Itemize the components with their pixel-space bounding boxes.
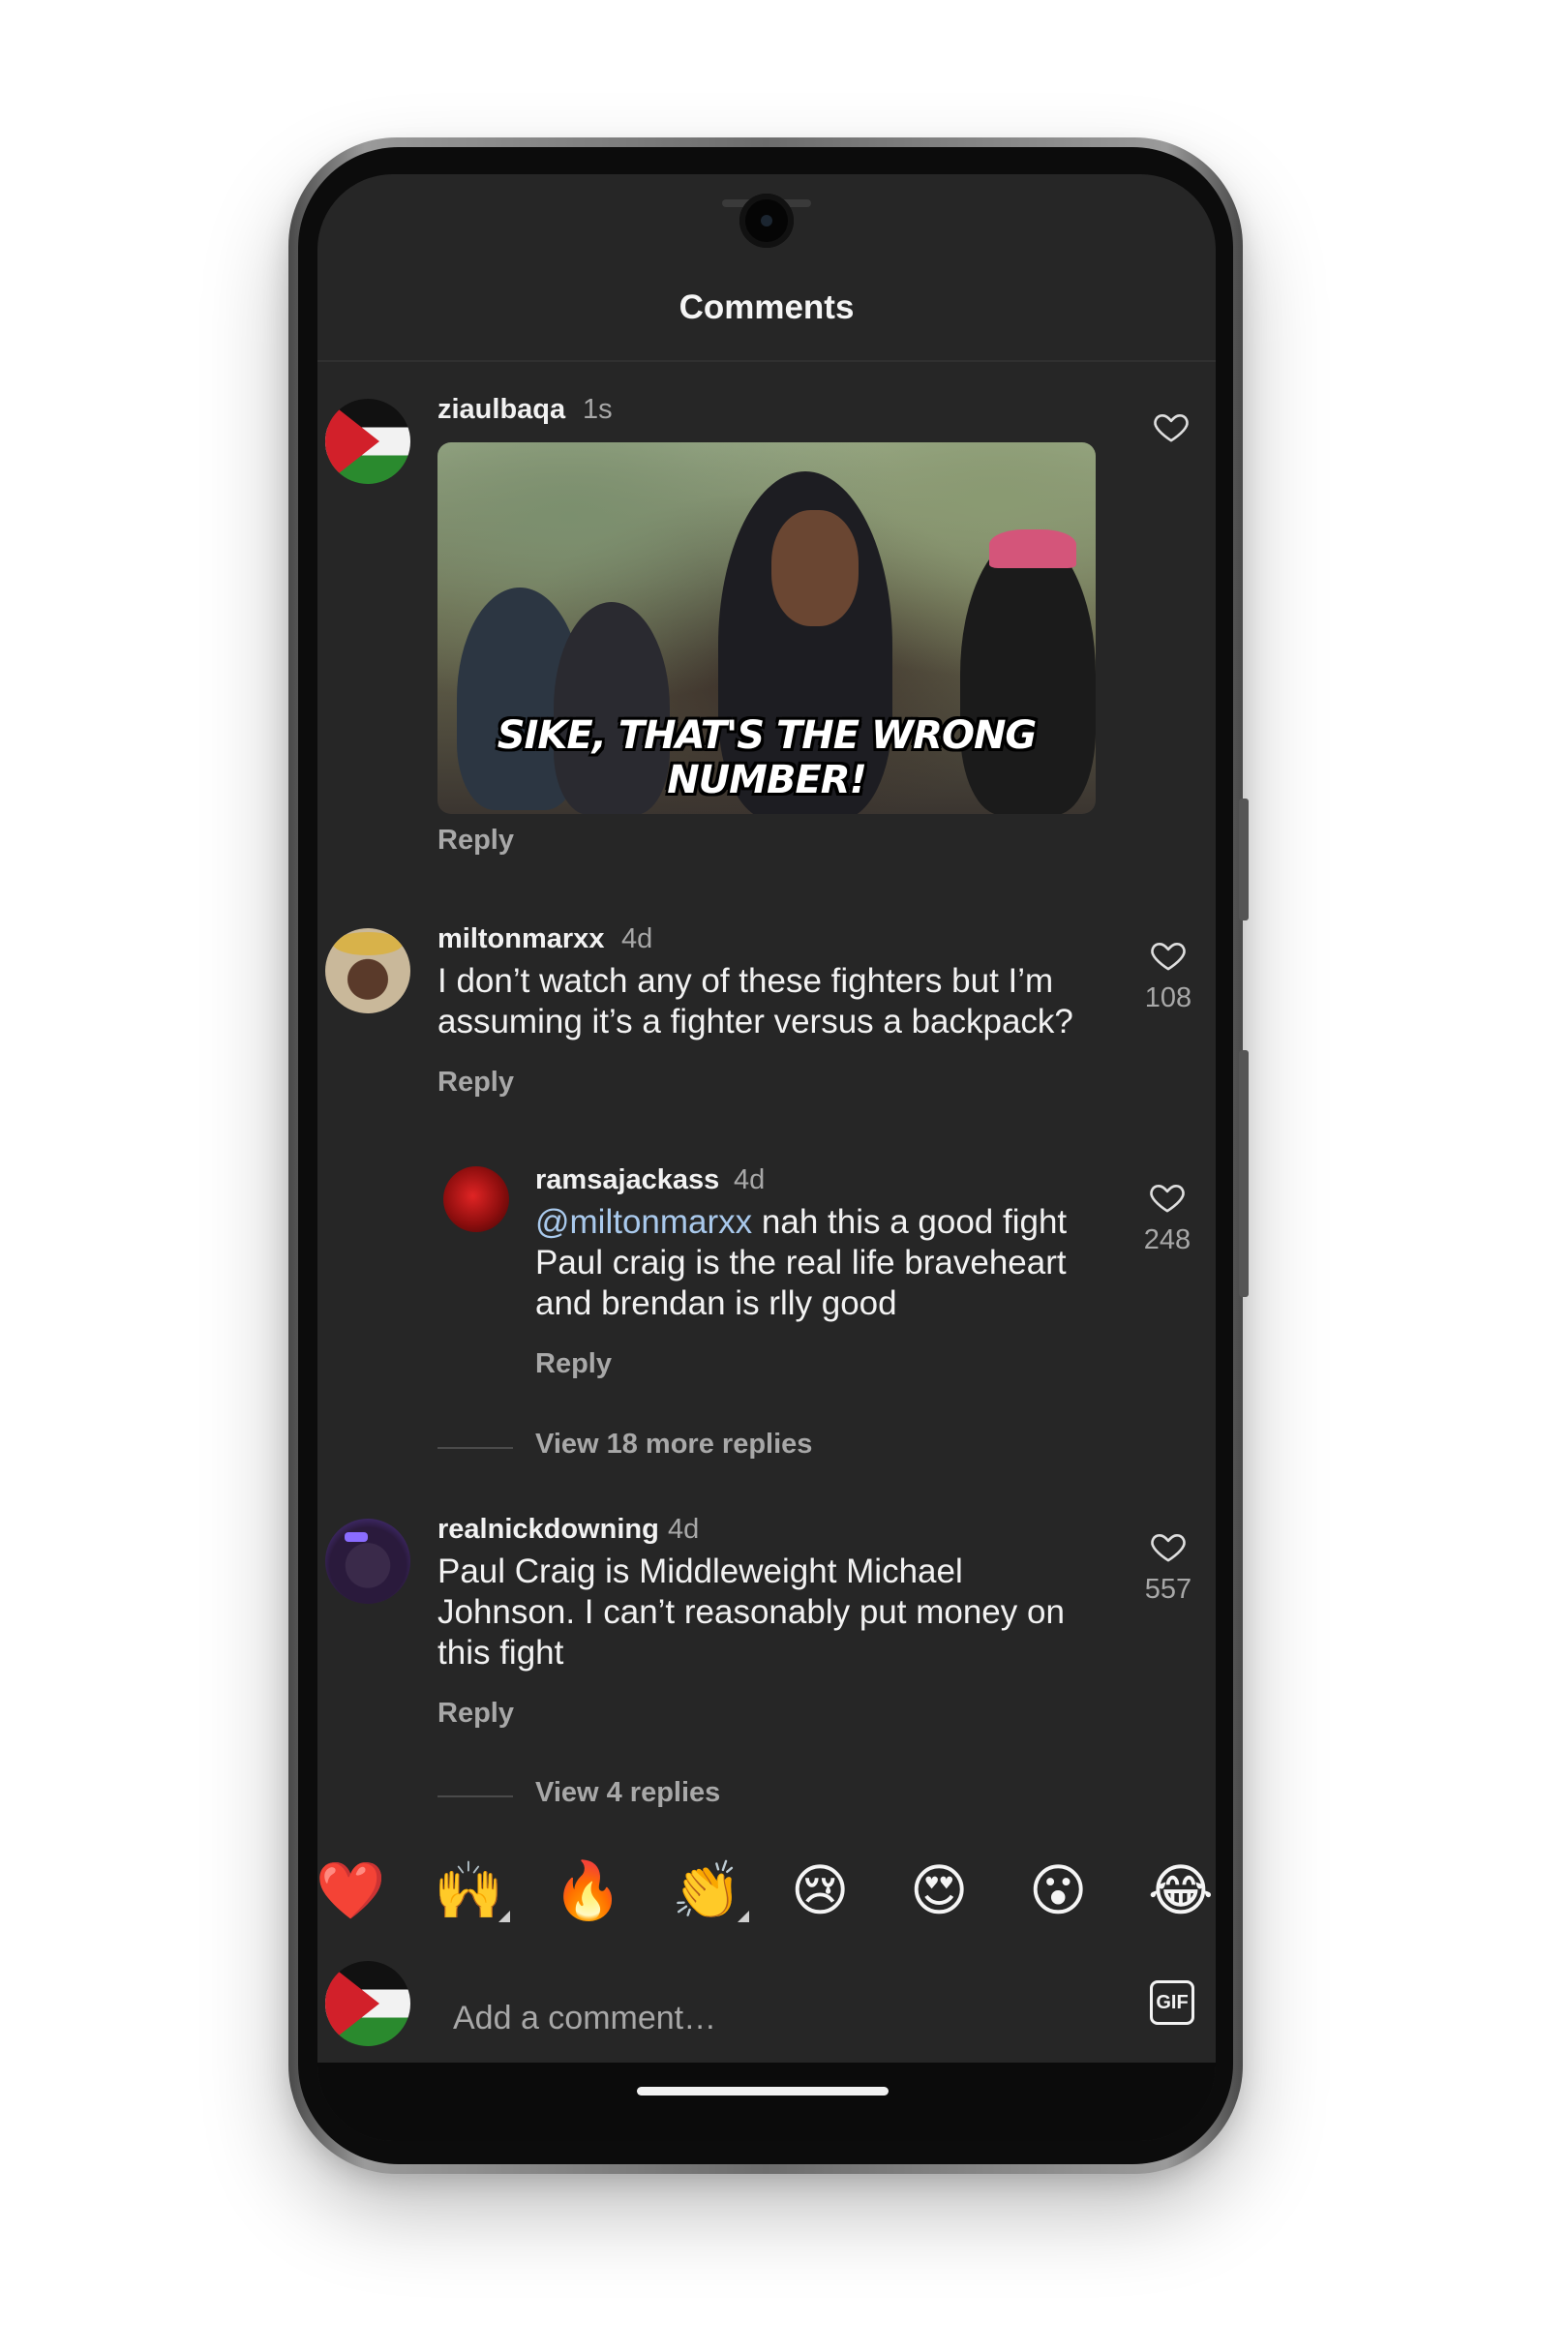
comment-text-line: assuming it’s a fighter versus a backpac… (437, 1003, 1073, 1040)
reply-text-line: @miltonmarxx nah this a good fight (535, 1202, 1067, 1243)
skin-tone-indicator-icon (738, 1911, 749, 1922)
emoji-clapping[interactable]: 👏 (672, 1856, 741, 1924)
reply-text-line: and brendan is rlly good (535, 1284, 897, 1322)
avatar[interactable] (325, 399, 410, 484)
comment-text: Paul Craig is Middleweight Michael Johns… (437, 1552, 1065, 1674)
flag-avatar-icon (325, 1961, 410, 2046)
flag-avatar-icon (325, 399, 410, 484)
home-indicator[interactable] (637, 2087, 889, 2096)
comment-text-line: Johnson. I can’t reasonably put money on (437, 1593, 1065, 1631)
reply-text-line: Paul craig is the real life braveheart (535, 1244, 1067, 1282)
comment-time: 1s (583, 394, 613, 425)
reply-button[interactable]: Reply (437, 825, 514, 857)
gif-figure (989, 529, 1076, 568)
like-count: 248 (1143, 1224, 1191, 1255)
reply-text-fragment: nah this a good fight (752, 1203, 1068, 1241)
like-heart-icon[interactable] (1148, 1527, 1189, 1566)
like-count: 108 (1144, 982, 1192, 1013)
volume-button (1239, 799, 1249, 920)
gif-figure (771, 510, 859, 626)
screen: Comments ziaulbaqa 1s SIKE, THAT'S THE W… (317, 174, 1216, 2141)
comment-text-line: Paul Craig is Middleweight Michael (437, 1553, 963, 1590)
emoji-laughing[interactable]: 😂 (1148, 1856, 1214, 1924)
comment-username[interactable]: realnickdowning (437, 1514, 659, 1546)
emoji-heart[interactable]: ❤️ (317, 1856, 385, 1924)
system-nav-area (317, 2063, 1216, 2141)
comment-time: 4d (621, 923, 653, 954)
like-heart-icon[interactable] (1148, 936, 1189, 975)
emoji-fire[interactable]: 🔥 (553, 1856, 622, 1924)
skin-tone-indicator-icon (498, 1911, 510, 1922)
page-title: Comments (678, 288, 855, 326)
like-heart-icon[interactable] (1151, 407, 1191, 446)
reply-button[interactable]: Reply (437, 1698, 514, 1730)
comment-time: 4d (668, 1514, 700, 1545)
emoji-heart-eyes[interactable]: 😍 (910, 1856, 968, 1924)
view-replies-button[interactable]: View 4 replies (535, 1777, 720, 1809)
reply-button[interactable]: Reply (437, 1067, 514, 1099)
thread-line (437, 1447, 513, 1449)
comment-username[interactable]: ziaulbaqa (437, 394, 565, 426)
view-more-replies-button[interactable]: View 18 more replies (535, 1429, 812, 1461)
header-divider (317, 360, 1216, 362)
composer-avatar (325, 1961, 410, 2046)
neon-sign-icon (345, 1532, 368, 1542)
comment-text-line: I don’t watch any of these fighters but … (437, 962, 1054, 1000)
front-camera (739, 194, 794, 248)
like-heart-icon[interactable] (1147, 1178, 1188, 1217)
avatar[interactable] (443, 1166, 509, 1232)
emoji-surprised[interactable]: 😮 (1029, 1856, 1087, 1924)
comment-text-line: this fight (437, 1634, 564, 1672)
avatar[interactable] (325, 1519, 410, 1604)
thread-line (437, 1795, 513, 1797)
comment-text: I don’t watch any of these fighters but … (437, 961, 1073, 1042)
reply-text: @miltonmarxx nah this a good fight Paul … (535, 1202, 1067, 1324)
power-button (1239, 1050, 1249, 1297)
emoji-raised-hands[interactable]: 🙌 (434, 1856, 503, 1924)
comment-username[interactable]: miltonmarxx (437, 923, 604, 955)
avatar[interactable] (325, 928, 410, 1013)
emoji-crying[interactable]: 😢 (791, 1856, 849, 1924)
mention-link[interactable]: @miltonmarxx (535, 1203, 752, 1241)
emoji-bar: ❤️ 🙌 🔥 👏 😢 😍 😮 😂 (317, 1856, 1216, 1934)
like-count: 557 (1144, 1574, 1192, 1605)
hat-icon (333, 932, 403, 955)
reply-button[interactable]: Reply (535, 1348, 612, 1380)
gif-button[interactable]: GIF (1150, 1980, 1194, 2025)
reply-username[interactable]: ramsajackass (535, 1164, 719, 1196)
reply-time: 4d (734, 1164, 766, 1195)
comment-input[interactable]: Add a comment… (453, 2000, 716, 2037)
gif-caption: SIKE, THAT'S THE WRONG NUMBER! (497, 713, 1038, 802)
gif-attachment[interactable]: SIKE, THAT'S THE WRONG NUMBER! (437, 442, 1096, 814)
